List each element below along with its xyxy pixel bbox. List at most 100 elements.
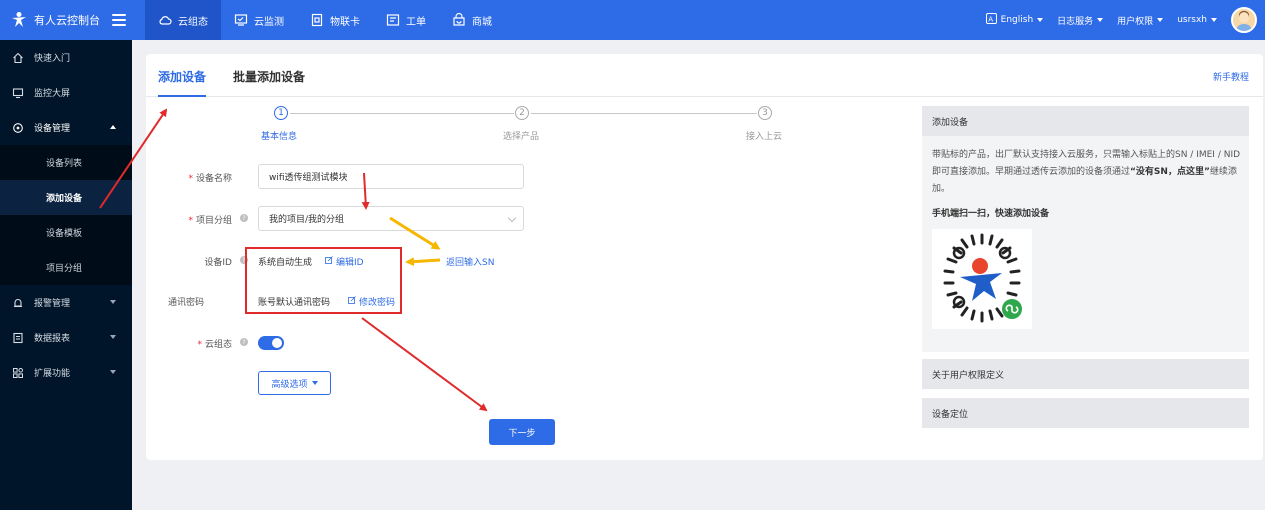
cloud-config-toggle[interactable] <box>258 336 284 350</box>
brand-title: 有人云控制台 <box>34 14 100 27</box>
chevron-down-icon <box>110 370 116 374</box>
nav-tab-label: 云监测 <box>254 16 284 28</box>
sidebar-item-label: 报警管理 <box>34 299 71 309</box>
sidebar-item-label: 扩展功能 <box>34 369 71 379</box>
menu-toggle-icon[interactable] <box>112 14 126 26</box>
sidebar-item-alarm-management[interactable]: 报警管理 <box>0 285 132 320</box>
question-icon[interactable]: ? <box>240 338 248 346</box>
sidebar-item-dashboard[interactable]: 监控大屏 <box>0 75 132 110</box>
user-permission-menu[interactable]: 用户权限 <box>1117 14 1164 27</box>
add-device-help-title: 添加设备 <box>922 106 1249 136</box>
nav-tab-label: 物联卡 <box>330 16 360 28</box>
device-name-label: * 设备名称 <box>188 174 232 184</box>
translate-icon: A <box>985 13 997 27</box>
cloud-icon <box>158 13 172 27</box>
mini-program-qr-code[interactable] <box>932 229 1032 329</box>
add-device-description: 带贴标的产品，出厂默认支持接入云服务，只需输入标贴上的SN / IMEI / N… <box>932 150 1241 194</box>
sidebar-submenu: 设备列表 添加设备 设备模板 项目分组 <box>0 145 132 285</box>
sidebar-item-device-list[interactable]: 设备列表 <box>0 145 132 180</box>
sidebar-item-device-management[interactable]: 设备管理 <box>0 110 132 145</box>
sidebar-item-device-template[interactable]: 设备模板 <box>0 215 132 250</box>
username: usrsxh <box>1177 15 1207 25</box>
nav-tab-label: 工单 <box>406 16 426 28</box>
advanced-options-button[interactable]: 高级选项 <box>258 371 331 395</box>
sidebar-item-label: 数据报表 <box>34 334 71 344</box>
usr-logo-icon <box>10 11 28 29</box>
device-tabs: 添加设备 批量添加设备 新手教程 <box>146 54 1263 97</box>
qr-caption: 手机端扫一扫，快速添加设备 <box>932 209 1050 219</box>
screen-icon <box>12 87 24 99</box>
chevron-down-icon <box>1037 18 1044 22</box>
device-id-label: 设备ID <box>204 258 232 268</box>
nav-tab-shop[interactable]: 商城 <box>439 0 505 40</box>
sidebar-item-add-device[interactable]: 添加设备 <box>0 180 132 215</box>
sidebar-item-data-report[interactable]: 数据报表 <box>0 320 132 355</box>
project-group-select[interactable]: 我的项目/我的分组 <box>258 206 524 231</box>
sidebar-item-label: 监控大屏 <box>34 89 71 99</box>
chevron-down-icon <box>1157 18 1164 22</box>
tab-add-device[interactable]: 添加设备 <box>158 68 206 85</box>
nav-tab-label: 商城 <box>472 16 492 28</box>
device-icon <box>12 122 24 134</box>
chevron-up-icon <box>110 125 116 129</box>
step-connector <box>290 113 514 114</box>
sidebar-item-label: 快速入门 <box>34 54 71 64</box>
tab-batch-add-device[interactable]: 批量添加设备 <box>233 68 305 85</box>
user-permission-label: 用户权限 <box>1117 16 1154 27</box>
sim-card-icon <box>310 13 324 27</box>
report-icon <box>12 332 24 344</box>
chevron-down-icon <box>1097 18 1104 22</box>
active-tab-indicator <box>158 95 206 97</box>
step-3-label: 接入上云 <box>746 132 783 142</box>
question-icon[interactable]: ? <box>240 214 248 222</box>
avatar[interactable] <box>1231 7 1257 33</box>
step-3-circle: 3 <box>758 106 772 120</box>
nav-tab-label: 云组态 <box>178 16 208 28</box>
return-input-sn-link[interactable]: 返回输入SN <box>446 255 494 268</box>
user-menu[interactable]: usrsxh <box>1177 15 1217 25</box>
chevron-down-icon <box>507 213 517 223</box>
chevron-down-icon <box>1211 18 1217 22</box>
extension-icon <box>12 367 24 379</box>
top-navigation-bar: 有人云控制台 云组态 云监测 物联卡 工单 商城 A English 日志服务 … <box>0 0 1265 40</box>
sidebar-item-extensions[interactable]: 扩展功能 <box>0 355 132 390</box>
project-group-value: 我的项目/我的分组 <box>269 215 345 225</box>
alarm-icon <box>12 297 24 309</box>
next-step-button[interactable]: 下一步 <box>489 419 555 445</box>
beginner-tutorial-link[interactable]: 新手教程 <box>1213 70 1249 83</box>
device-location-section[interactable]: 设备定位 <box>922 398 1249 428</box>
sidebar-item-quick-start[interactable]: 快速入门 <box>0 40 132 75</box>
add-device-help-panel: 添加设备 带贴标的产品，出厂默认支持接入云服务，只需输入标贴上的SN / IME… <box>922 106 1249 352</box>
cloud-config-label: * 云组态 <box>197 340 232 350</box>
home-icon <box>12 52 24 64</box>
project-group-label: * 项目分组 <box>188 216 232 226</box>
device-name-input[interactable]: wifi透传组测试模块 <box>258 164 524 189</box>
step-2-label: 选择产品 <box>503 132 540 142</box>
annotation-highlight-box <box>245 247 402 314</box>
add-device-card: 添加设备 批量添加设备 新手教程 1 2 3 基本信息 选择产品 接入上云 * 设… <box>146 54 1263 460</box>
language-label: English <box>1000 15 1034 25</box>
monitor-icon <box>234 13 248 27</box>
nav-tab-cloud-monitor[interactable]: 云监测 <box>221 0 297 40</box>
brand[interactable]: 有人云控制台 <box>0 0 145 40</box>
sidebar-item-label: 设备管理 <box>34 124 71 134</box>
step-1-circle: 1 <box>274 106 288 120</box>
svg-text:A: A <box>988 15 993 23</box>
sidebar: 快速入门 监控大屏 设备管理 设备列表 添加设备 设备模板 项目分组 报警管理 … <box>0 40 132 510</box>
step-2-circle: 2 <box>515 106 529 120</box>
comm-password-label: 通讯密码 <box>167 298 204 308</box>
shop-icon <box>452 13 466 27</box>
nav-tab-sim-card[interactable]: 物联卡 <box>297 0 373 40</box>
chevron-down-icon <box>110 300 116 304</box>
log-service-menu[interactable]: 日志服务 <box>1057 14 1104 27</box>
step-1-label: 基本信息 <box>261 132 298 142</box>
ticket-icon <box>386 13 400 27</box>
nav-tab-cloud-config[interactable]: 云组态 <box>145 0 221 40</box>
step-connector <box>531 113 757 114</box>
nav-tab-ticket[interactable]: 工单 <box>373 0 439 40</box>
chevron-down-icon <box>311 381 318 385</box>
language-selector[interactable]: A English <box>985 13 1044 27</box>
sidebar-item-project-group[interactable]: 项目分组 <box>0 250 132 285</box>
log-service-label: 日志服务 <box>1057 16 1094 27</box>
user-permission-definition-section[interactable]: 关于用户权限定义 <box>922 359 1249 389</box>
